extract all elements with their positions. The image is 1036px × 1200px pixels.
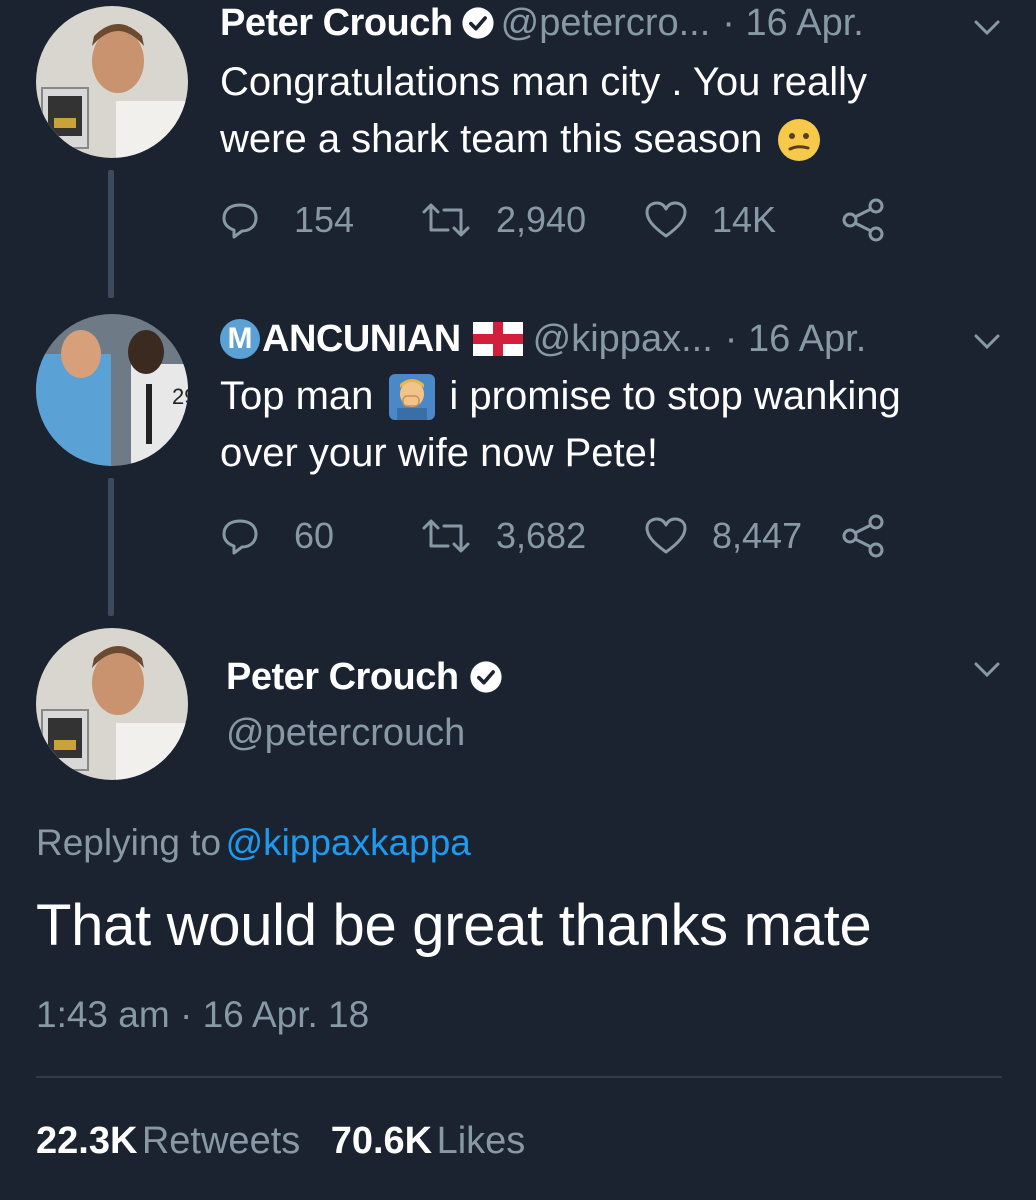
svg-text:29: 29 <box>172 384 188 409</box>
reply-button[interactable]: 154 <box>220 199 420 241</box>
heart-icon <box>645 517 687 554</box>
confused-face-emoji <box>778 118 821 161</box>
tweet2-text-line1b: i promise to stop wanking <box>449 374 901 418</box>
replying-to: Replying to @kippaxkappa <box>36 822 471 864</box>
tweet1-header: Peter Crouch @petercro... · 16 Apr. <box>220 0 864 46</box>
heart-icon <box>645 201 687 238</box>
reply-count: 60 <box>294 515 335 556</box>
tweet2-text-line1a: Top man <box>220 374 374 418</box>
chevron-down-icon[interactable] <box>972 18 1002 38</box>
thread-line <box>108 170 114 298</box>
replying-to-handle-link[interactable]: @kippaxkappa <box>226 822 471 863</box>
avatar-peter-crouch[interactable] <box>36 628 188 780</box>
tweet2-text-line2: over your wife now Pete! <box>220 431 658 475</box>
tweet2-author-name[interactable]: ANCUNIAN <box>262 318 461 361</box>
engagement-stats: 22.3K Retweets 70.6K Likes <box>36 1120 525 1163</box>
tweet1-text-line1: Congratulations man city . You really <box>220 60 868 104</box>
avatar-mancunian[interactable]: 29 <box>36 314 188 466</box>
thread-line <box>108 478 114 616</box>
retweet-count: 3,682 <box>496 515 587 556</box>
replying-to-label: Replying to <box>36 822 222 863</box>
tweet2-actions: 60 3,682 8,447 <box>220 512 886 560</box>
england-flag-icon <box>472 322 523 356</box>
avatar-peter-crouch[interactable] <box>36 6 188 158</box>
likes-count: 70.6K <box>330 1120 433 1162</box>
retweets-stat[interactable]: 22.3K Retweets <box>36 1120 305 1162</box>
tweet2-handle[interactable]: @kippax... <box>533 318 713 361</box>
tweet2-date[interactable]: · 16 Apr. <box>725 318 867 361</box>
main-tweet-handle[interactable]: @petercrouch <box>226 712 465 755</box>
verified-badge-icon <box>462 7 494 39</box>
share-button[interactable] <box>840 197 886 243</box>
retweet-button[interactable]: 2,940 <box>420 199 644 241</box>
share-icon <box>842 198 884 242</box>
tweet1-date[interactable]: · 16 Apr. <box>722 2 864 45</box>
tweet1-text-line2: were a shark team this season <box>220 117 763 161</box>
retweets-label: Retweets <box>141 1120 301 1162</box>
main-tweet-timestamp[interactable]: 1:43 am · 16 Apr. 18 <box>36 994 369 1036</box>
share-button[interactable] <box>840 513 886 559</box>
reply-icon <box>222 203 258 239</box>
tweet2-header: M ANCUNIAN @kippax... · 16 Apr. <box>220 316 866 362</box>
likes-stat[interactable]: 70.6K Likes <box>331 1120 526 1162</box>
retweet-button[interactable]: 3,682 <box>420 515 644 557</box>
divider <box>36 1076 1002 1078</box>
chevron-down-icon[interactable] <box>972 660 1002 680</box>
main-tweet-text: That would be great thanks mate <box>36 893 872 958</box>
tweet1-author-name[interactable]: Peter Crouch <box>220 2 453 45</box>
reply-count: 154 <box>294 199 355 240</box>
like-button[interactable]: 14K <box>644 199 840 241</box>
tweet1-text: Congratulations man city . You really we… <box>220 54 1010 168</box>
tweet2-text: Top man i promise to stop wanking over y… <box>220 368 1010 482</box>
retweet-icon <box>422 519 470 553</box>
reply-button[interactable]: 60 <box>220 515 420 557</box>
reply-icon <box>222 519 258 555</box>
mancunian-logo-icon: M <box>220 319 260 359</box>
tweet1-handle[interactable]: @petercro... <box>501 2 711 45</box>
retweet-count: 2,940 <box>496 199 587 240</box>
tweet1-actions: 154 2,940 14K <box>220 196 886 244</box>
retweets-count: 22.3K <box>36 1120 138 1162</box>
likes-label: Likes <box>436 1120 526 1162</box>
retweet-icon <box>422 203 470 237</box>
verified-badge-icon <box>470 661 502 693</box>
like-count: 8,447 <box>712 515 803 556</box>
share-icon <box>842 514 884 558</box>
chevron-down-icon[interactable] <box>972 332 1002 352</box>
like-count: 14K <box>712 199 777 240</box>
like-button[interactable]: 8,447 <box>644 515 840 557</box>
main-tweet-header: Peter Crouch <box>226 654 509 700</box>
man-facepalming-emoji <box>389 373 436 420</box>
main-tweet-author-name[interactable]: Peter Crouch <box>226 656 459 699</box>
